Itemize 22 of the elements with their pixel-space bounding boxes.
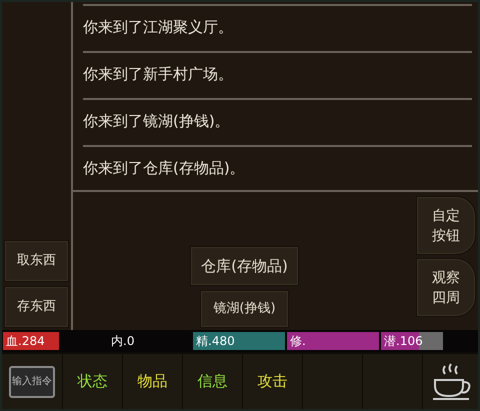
log-message: 你来到了仓库(存物品)。 bbox=[83, 158, 245, 180]
menu-slot[interactable] bbox=[363, 354, 422, 409]
menu-tab[interactable]: 状态 bbox=[63, 354, 122, 409]
action-button[interactable]: 观察四周 bbox=[416, 258, 476, 317]
side-button[interactable]: 存东西 bbox=[4, 286, 69, 328]
action-button[interactable]: 自定按钮 bbox=[416, 196, 476, 255]
side-button[interactable]: 取东西 bbox=[4, 240, 69, 282]
stat-label: 潜.106 bbox=[384, 333, 423, 350]
menu-tab[interactable]: 信息 bbox=[183, 354, 242, 409]
menu-tab[interactable]: 物品 bbox=[123, 354, 182, 409]
stat-label: 修. bbox=[290, 333, 306, 350]
stat-label: 精.480 bbox=[196, 333, 235, 350]
command-button[interactable]: 输入指令 bbox=[9, 366, 55, 398]
stat-label: 内.0 bbox=[111, 333, 134, 350]
exit-button[interactable]: 仓库(存物品) bbox=[190, 246, 299, 286]
log-message: 你来到了镜湖(挣钱)。 bbox=[83, 111, 230, 132]
log-message: 你来到了新手村广场。 bbox=[83, 64, 233, 86]
menu-tab[interactable]: 攻击 bbox=[243, 354, 302, 409]
menu-slot[interactable] bbox=[303, 354, 362, 409]
log-message: 你来到了江湖聚义厅。 bbox=[83, 17, 233, 38]
stat-label: 血.284 bbox=[6, 333, 45, 350]
exit-button[interactable]: 镜湖(挣钱) bbox=[200, 290, 289, 328]
